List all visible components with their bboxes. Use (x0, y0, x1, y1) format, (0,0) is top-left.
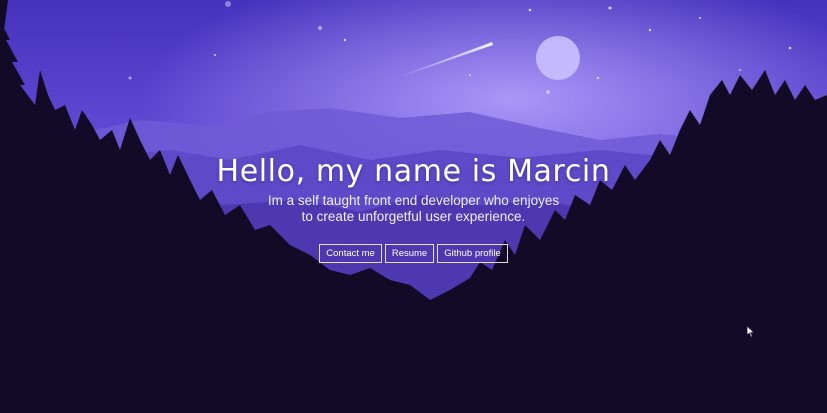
github-profile-button[interactable]: Github profile (437, 244, 508, 263)
hero-subtitle: Im a self taught front end developer who… (267, 193, 560, 224)
resume-button[interactable]: Resume (384, 244, 435, 263)
moon-icon (536, 36, 580, 80)
hero-content: Hello, my name is Marcin Im a self taugh… (0, 152, 827, 263)
hero-section: Hello, my name is Marcin Im a self taugh… (0, 0, 827, 413)
hero-title: Hello, my name is Marcin (216, 154, 611, 189)
mouse-cursor-icon (747, 326, 755, 338)
contact-me-button[interactable]: Contact me (319, 244, 382, 263)
hero-buttons: Contact me Resume Github profile (0, 244, 827, 263)
